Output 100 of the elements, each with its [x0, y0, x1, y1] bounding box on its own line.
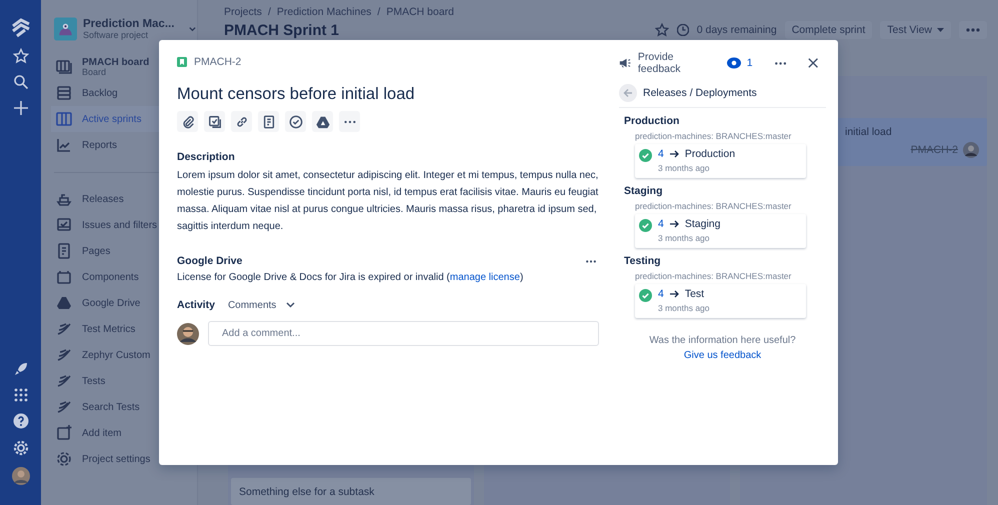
eye-icon: [726, 57, 741, 69]
arrow-right-icon: [670, 290, 679, 298]
branch-name: prediction-machines: BRANCHES:master: [635, 271, 792, 281]
card-title: initial load: [845, 126, 893, 138]
more-button[interactable]: [959, 21, 987, 39]
sidebar-item[interactable]: Zephyr Custom: [51, 342, 197, 368]
deployment-time: 3 months ago: [658, 163, 711, 173]
app-grid-icon[interactable]: [14, 388, 28, 402]
success-status-icon: [639, 219, 652, 232]
columns-icon: [56, 111, 72, 127]
give-feedback-link[interactable]: Give us feedback: [684, 350, 762, 361]
sidebar-item-label: Active sprints: [82, 114, 142, 124]
manage-license-link[interactable]: manage license: [450, 272, 520, 283]
star-icon[interactable]: [654, 23, 669, 37]
comment-field[interactable]: Add a comment...: [208, 321, 599, 346]
breadcrumb-link[interactable]: Projects: [224, 6, 262, 18]
more-icon[interactable]: [774, 62, 786, 64]
section-heading: Google Drive: [177, 255, 242, 267]
tray-icon: [56, 217, 72, 233]
section-heading: Activity: [177, 299, 215, 311]
paperclip-glyph-icon: [180, 114, 194, 128]
build-link[interactable]: 4: [658, 288, 664, 300]
arrow-right-icon: [670, 220, 679, 228]
feedback-question: Was the information here useful?: [649, 335, 796, 346]
help-icon[interactable]: [12, 413, 28, 429]
link-icon[interactable]: [231, 111, 252, 132]
settings-icon[interactable]: [12, 440, 28, 456]
build-link[interactable]: 4: [658, 218, 664, 230]
page-icon: [56, 243, 72, 259]
sidebar-item[interactable]: Search Tests: [51, 394, 197, 420]
arrow-left-icon: [623, 88, 633, 98]
box-icon: [56, 269, 72, 285]
gear-icon: [56, 451, 72, 467]
deployment-card[interactable]: 4 Test 3 months ago: [635, 284, 806, 318]
issue-title: Mount censors before initial load: [177, 85, 416, 104]
drive-glyph-icon: [316, 114, 330, 128]
branch-name: prediction-machines: BRANCHES:master: [635, 201, 792, 211]
activity-filter-dropdown[interactable]: Comments: [228, 300, 296, 310]
sidebar-item-label: Backlog: [82, 88, 118, 98]
paperclip-icon[interactable]: [177, 111, 198, 132]
drive-icon[interactable]: [312, 111, 333, 132]
sidebar-item-label: Pages: [82, 246, 110, 256]
sidebar-item[interactable]: Test Metrics: [51, 316, 197, 342]
more-button[interactable]: [339, 111, 360, 132]
issue-key[interactable]: PMACH-2: [194, 56, 242, 68]
subtask-icon[interactable]: [204, 111, 225, 132]
board-title: PMACH Sprint 1: [224, 22, 340, 38]
build-link[interactable]: 4: [658, 148, 664, 160]
deployment-card[interactable]: 4 Staging 3 months ago: [635, 214, 806, 248]
sidebar-item-label: Add item: [82, 428, 122, 438]
search-icon[interactable]: [12, 74, 28, 90]
clock-icon: [676, 24, 689, 36]
sidebar-item-label: Zephyr Custom: [82, 350, 150, 360]
add-icon: [56, 425, 72, 441]
description-text[interactable]: Lorem ipsum dolor sit amet, consectetur adipiscing elit. Integer et mi tempus, tempus nulla nec, molestie purus. Suspendisse tincidunt porta nisl, id tempus erat facilisis vitae. Mauris eu feugiat massa. Aliquam vitae nisl at purus congue ultricies. Mauris massa risus, pharetra id ipsum sed, sagittis interdum neque.: [177, 167, 599, 235]
user-avatar: [177, 322, 199, 344]
sidebar-item[interactable]: Add item: [51, 420, 197, 446]
card-key: PMACH-2: [910, 144, 958, 156]
link-glyph-icon: [234, 114, 248, 128]
wing-icon: [56, 347, 72, 363]
plus-icon[interactable]: [12, 100, 28, 116]
issue-card[interactable]: Something else for a subtask: [231, 478, 471, 505]
sidebar-item-label: Releases: [82, 194, 124, 204]
chevron-down-icon[interactable]: [188, 24, 197, 34]
sidebar-item-label: Reports: [82, 140, 118, 150]
sidebar-item-label: Components: [82, 272, 139, 282]
complete-sprint-button[interactable]: Complete sprint: [784, 21, 872, 39]
project-avatar: [54, 16, 78, 42]
view-dropdown[interactable]: Test View: [880, 21, 951, 39]
sidebar-item[interactable]: Tests: [51, 368, 197, 394]
sidebar-item-label: Tests: [82, 376, 106, 386]
ship-icon: [56, 191, 72, 207]
provide-feedback-button[interactable]: Provide feedback: [619, 51, 707, 75]
chart-icon: [56, 137, 72, 153]
project-name[interactable]: Prediction Mac...: [83, 18, 182, 30]
subtask-glyph-icon: [208, 114, 222, 128]
sidebar-item[interactable]: Project settings: [51, 446, 197, 472]
assignee-avatar: [963, 142, 979, 158]
deployment-target: Staging: [684, 218, 720, 230]
user-avatar[interactable]: [12, 467, 30, 485]
caret-icon: [937, 28, 944, 32]
sidebar-item-label: Search Tests: [82, 402, 140, 412]
board-icon: [56, 59, 72, 75]
wing-icon: [56, 399, 72, 415]
more-icon[interactable]: [586, 260, 596, 262]
sidebar-item-label: Project settings: [82, 454, 150, 464]
breadcrumb-link[interactable]: PMACH board: [386, 6, 454, 18]
breadcrumb-link[interactable]: Prediction Machines: [276, 6, 372, 18]
page-glyph-icon: [262, 114, 276, 128]
rocket-icon[interactable]: [12, 361, 28, 377]
panel-title: Releases / Deployments: [643, 87, 757, 99]
logo-icon[interactable]: [10, 18, 30, 38]
watchers-button[interactable]: 1: [726, 57, 753, 69]
sidebar-item-label: PMACH board: [82, 56, 150, 68]
close-icon[interactable]: [808, 57, 818, 69]
sidebar-item-label: Google Drive: [82, 298, 140, 308]
success-status-icon: [639, 149, 652, 162]
environment-name: Testing: [624, 255, 662, 267]
page-icon[interactable]: [258, 111, 279, 132]
days-remaining: 0 days remaining: [696, 24, 777, 36]
